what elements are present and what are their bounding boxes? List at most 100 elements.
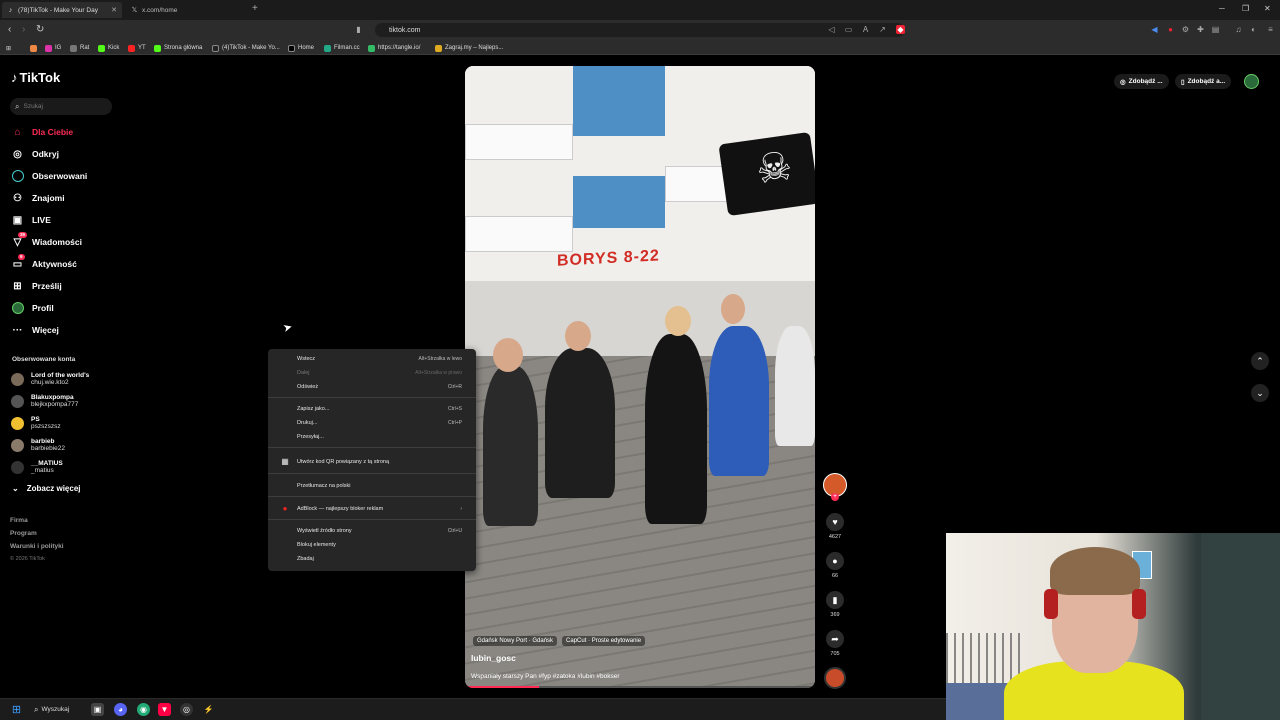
discord-icon[interactable]: ◕: [114, 703, 127, 716]
menu-item-print[interactable]: Drukuj... Ctrl+P: [268, 417, 476, 429]
menu-item-save-as[interactable]: Zapisz jako... Ctrl+S: [268, 403, 476, 415]
avatar: [11, 416, 24, 430]
account-handle: pszszszsz: [31, 423, 61, 430]
nav-upload[interactable]: ⊞ Prześlij: [11, 279, 61, 293]
wallet-icon[interactable]: ◐: [1249, 25, 1258, 34]
nav-activity[interactable]: ▭ 9 Aktywność: [11, 253, 77, 271]
minimize-icon[interactable]: ─: [1219, 4, 1225, 13]
tiktok-logo[interactable]: ♪ TikTok: [11, 70, 60, 85]
close-icon[interactable]: ✕: [111, 6, 117, 14]
nav-more[interactable]: ··· Więcej: [11, 323, 59, 337]
task-view-icon[interactable]: ▣: [91, 703, 104, 716]
menu-icon[interactable]: ≡: [1266, 25, 1275, 34]
bookmark-item[interactable]: Home: [288, 43, 314, 53]
user-avatar[interactable]: [1244, 74, 1259, 89]
bookmark-page-icon[interactable]: ▮: [354, 25, 363, 34]
bookmark-item[interactable]: (4)TikTok - Make Yo...: [212, 43, 280, 53]
like-action[interactable]: ♥ 4627: [826, 513, 844, 540]
next-video-icon[interactable]: ⌄: [1251, 384, 1269, 402]
reload-icon[interactable]: ↻: [36, 24, 44, 36]
extension-red-icon[interactable]: ●: [1166, 25, 1175, 34]
nav-explore[interactable]: ◎ Odkryj: [11, 147, 59, 161]
video-progress-bar[interactable]: [465, 686, 815, 688]
tab-x[interactable]: 𝕏 x.com/home: [126, 2, 250, 18]
nav-friends[interactable]: ⚇ Znajomi: [11, 191, 65, 205]
bookmark-item[interactable]: YT: [128, 43, 146, 53]
activity-icon: ▭ 9: [12, 253, 25, 270]
sidebar-icon[interactable]: ▤: [1211, 25, 1220, 34]
bookmark-item[interactable]: Strona główna: [154, 43, 202, 53]
app-icon[interactable]: ⚡: [202, 703, 215, 716]
follow-plus-icon[interactable]: +: [831, 493, 839, 501]
menu-item-cast[interactable]: Przesyłaj...: [268, 431, 476, 443]
footer-link[interactable]: Program: [10, 530, 37, 537]
heart-icon[interactable]: ♥: [826, 513, 844, 531]
tab-tiktok[interactable]: ♪ (78)TikTok - Make Your Day ✕: [2, 2, 122, 18]
get-coins-button[interactable]: ◎ Zdobądź ...: [1114, 74, 1169, 89]
new-tab-icon[interactable]: +: [252, 4, 258, 14]
followed-account[interactable]: barbieb barbiebie22: [11, 435, 65, 455]
mute-icon[interactable]: ◁: [827, 25, 836, 34]
comment-icon[interactable]: ●: [826, 552, 844, 570]
see-more-button[interactable]: ⌄ Zobacz więcej: [12, 484, 81, 493]
bookmark-item[interactable]: Rat: [70, 43, 89, 53]
bookmark-item[interactable]: Kick: [98, 43, 119, 53]
chrome-icon[interactable]: ◉: [137, 703, 150, 716]
bookmark-item[interactable]: https://tangle.io/: [368, 43, 420, 53]
music-icon[interactable]: ♫: [1234, 25, 1243, 34]
menu-item-translate[interactable]: Przetłumacz na polski: [268, 480, 476, 492]
nav-following[interactable]: Obserwowani: [11, 169, 87, 183]
menu-item-view-source[interactable]: Wyświetl źródło strony Ctrl+U: [268, 525, 476, 537]
video-player[interactable]: BORYS 8-22 Gdańsk Nowy Port · Gdańsk Cap…: [465, 66, 815, 688]
restore-icon[interactable]: ❐: [1242, 4, 1249, 13]
search-input[interactable]: ⌕ Szukaj: [10, 98, 112, 115]
forward-icon[interactable]: ›: [22, 24, 25, 36]
followed-account[interactable]: __MATIUS _matius: [11, 457, 63, 477]
window-close-icon[interactable]: ✕: [1264, 4, 1271, 13]
apps-icon[interactable]: ⊞: [6, 43, 11, 53]
back-icon[interactable]: ‹: [8, 24, 11, 36]
obs-icon[interactable]: ◎: [180, 703, 193, 716]
bookmark-item[interactable]: Filman.cc: [324, 43, 360, 53]
music-disc-icon[interactable]: [824, 667, 846, 689]
previous-video-icon[interactable]: ⌃: [1251, 352, 1269, 370]
nav-messages[interactable]: ▽ 39 Wiadomości: [11, 231, 82, 249]
footer-link[interactable]: Firma: [10, 517, 28, 524]
share-page-icon[interactable]: ↗: [878, 25, 887, 34]
footer-link[interactable]: Warunki i polityki: [10, 543, 64, 550]
bookmark-item[interactable]: [30, 43, 40, 53]
menu-item-inspect[interactable]: Zbadaj: [268, 553, 476, 565]
menu-item-block-elements[interactable]: Blokuj elementy: [268, 539, 476, 551]
followed-account[interactable]: Blakuxpompa blejkxpompa777: [11, 391, 78, 411]
menu-item-qr-code[interactable]: ▦ Utwórz kod QR powiązany z tą stroną: [268, 456, 476, 468]
taskbar-search[interactable]: ⌕ Wyszukaj: [34, 703, 69, 716]
followed-account[interactable]: PS pszszszsz: [11, 413, 61, 433]
menu-item-reload[interactable]: Odśwież Ctrl+R: [268, 381, 476, 393]
puzzle-icon[interactable]: ✚: [1196, 25, 1205, 34]
bookmark-item[interactable]: Zagraj.my – Najleps...: [435, 43, 503, 53]
menu-item-adblock[interactable]: ● AdBlock — najlepszy bloker reklam ›: [268, 503, 476, 515]
extension-icon[interactable]: ⚙: [1181, 25, 1190, 34]
translate-icon[interactable]: A: [861, 25, 870, 34]
followed-account[interactable]: Lord of the world's chuj.wie.kto2: [11, 369, 89, 389]
brave-shield-icon[interactable]: ◆: [896, 25, 905, 34]
share-icon[interactable]: ➦: [826, 630, 844, 648]
comment-action[interactable]: ● 66: [826, 552, 844, 579]
volume-icon[interactable]: ◀: [1150, 25, 1159, 34]
nav-profile[interactable]: Profil: [11, 301, 54, 315]
location-tag[interactable]: Gdańsk Nowy Port · Gdańsk: [473, 636, 558, 646]
url-field[interactable]: tiktok.com: [375, 23, 905, 37]
nav-live[interactable]: ▣ LIVE: [11, 213, 51, 227]
pip-icon[interactable]: ▭: [844, 25, 853, 34]
capcut-tag[interactable]: CapCut · Proste edytowanie: [562, 636, 646, 646]
menu-item-back[interactable]: Wstecz Alt+Strzałka w lewo: [268, 353, 476, 365]
bookmark-item[interactable]: IG: [45, 43, 61, 53]
nav-for-you[interactable]: ⌂ Dla Ciebie: [11, 125, 73, 139]
bookmark-icon[interactable]: ▮: [826, 591, 844, 609]
windows-start-icon[interactable]: ⊞: [10, 703, 23, 716]
brave-icon[interactable]: ▼: [158, 703, 171, 716]
get-app-button[interactable]: ▯ Zdobądź a...: [1175, 74, 1232, 89]
bookmark-action[interactable]: ▮ 369: [826, 591, 844, 618]
share-action[interactable]: ➦ 705: [826, 630, 844, 657]
video-author[interactable]: lubin_gosc: [471, 653, 516, 663]
